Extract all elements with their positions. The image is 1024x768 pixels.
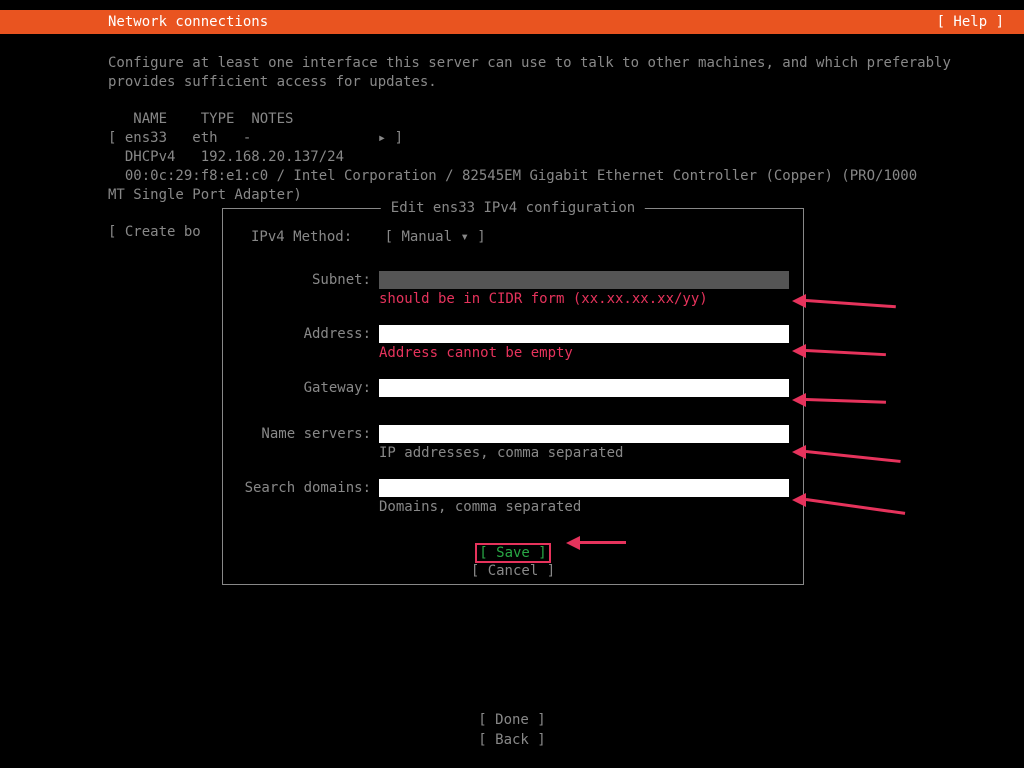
interface-dhcp-info: DHCPv4 192.168.20.137/24 xyxy=(108,148,964,167)
ipv4-method-label: IPv4 Method: xyxy=(251,229,352,245)
done-button[interactable]: [ Done ] xyxy=(0,710,1024,730)
page-title: Network connections xyxy=(108,14,268,30)
ipv4-method-select[interactable]: [ Manual ▾ ] xyxy=(385,229,486,245)
back-button[interactable]: [ Back ] xyxy=(0,730,1024,750)
nameservers-hint: IP addresses, comma separated xyxy=(379,445,789,461)
help-button[interactable]: Help xyxy=(937,14,1004,30)
ipv4-config-dialog: Edit ens33 IPv4 configuration IPv4 Metho… xyxy=(222,208,804,585)
interface-header-row: NAME TYPE NOTES xyxy=(108,110,964,129)
header-bar: Network connections Help xyxy=(0,10,1024,34)
save-highlight-box: [ Save ] xyxy=(475,543,550,563)
subnet-input[interactable] xyxy=(379,271,789,289)
description-text: Configure at least one interface this se… xyxy=(108,54,964,92)
gateway-label: Gateway: xyxy=(237,379,371,421)
address-hint: Address cannot be empty xyxy=(379,345,789,361)
nameservers-label: Name servers: xyxy=(237,425,371,475)
subnet-hint: should be in CIDR form (xx.xx.xx.xx/yy) xyxy=(379,291,789,307)
gateway-input[interactable] xyxy=(379,379,789,397)
searchdomains-label: Search domains: xyxy=(237,479,371,529)
dialog-title: Edit ens33 IPv4 configuration xyxy=(381,200,645,216)
cancel-button[interactable]: [ Cancel ] xyxy=(471,563,555,579)
save-button[interactable]: [ Save ] xyxy=(479,545,546,561)
nameservers-input[interactable] xyxy=(379,425,789,443)
address-label: Address: xyxy=(237,325,371,375)
searchdomains-input[interactable] xyxy=(379,479,789,497)
address-input[interactable] xyxy=(379,325,789,343)
footer-buttons: [ Done ] [ Back ] xyxy=(0,710,1024,750)
subnet-label: Subnet: xyxy=(237,271,371,321)
searchdomains-hint: Domains, comma separated xyxy=(379,499,789,515)
interface-row[interactable]: [ ens33 eth - ▸ ] xyxy=(108,129,964,148)
